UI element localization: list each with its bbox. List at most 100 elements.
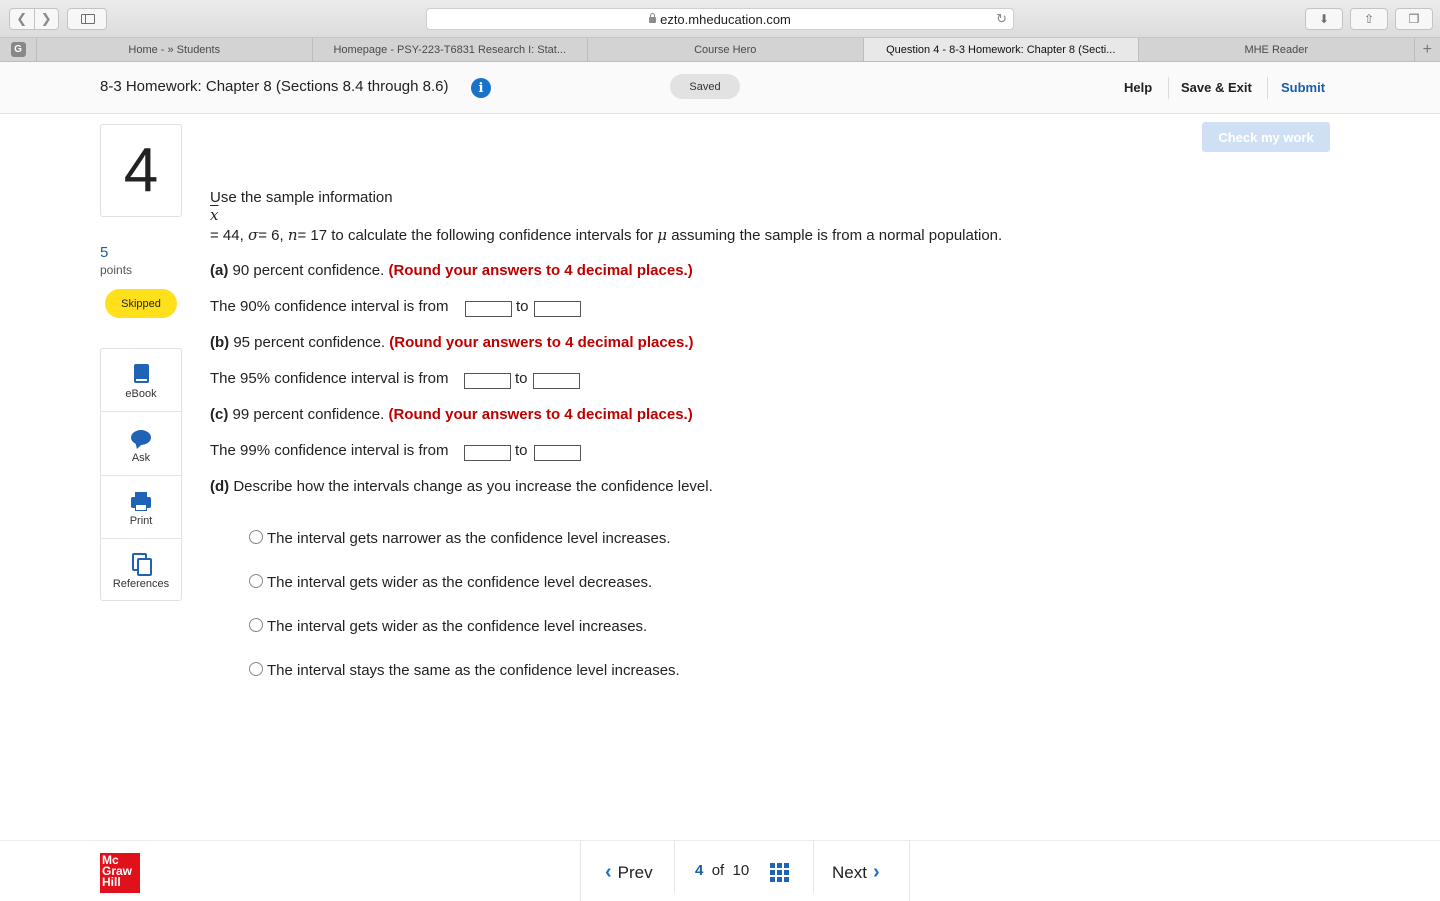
ebook-button[interactable]: eBook xyxy=(101,349,181,412)
chat-bubble-icon xyxy=(131,430,151,445)
pinned-tab[interactable]: G xyxy=(0,38,37,61)
part-a-upper-input[interactable] xyxy=(534,301,581,317)
question-grid-icon[interactable] xyxy=(770,863,789,882)
part-a-interval-text: The 90% confidence interval is from xyxy=(210,298,448,315)
tab-home-students[interactable]: Home - » Students xyxy=(37,38,313,61)
reload-icon[interactable]: ↻ xyxy=(996,11,1007,27)
tabs-icon: ❐ xyxy=(1409,12,1420,26)
part-b-note: (Round your answers to 4 decimal places.… xyxy=(389,334,693,351)
ebook-icon xyxy=(134,364,149,383)
new-tab-plus-icon[interactable]: + xyxy=(1415,38,1440,61)
part-d-text: Describe how the intervals change as you… xyxy=(229,478,713,495)
chevron-left-icon: ‹ xyxy=(605,861,612,884)
part-c-prompt: (c) 99 percent confidence. (Round your a… xyxy=(210,406,693,423)
part-a-text: 90 percent confidence. xyxy=(228,262,388,279)
header-divider xyxy=(1168,77,1169,99)
assignment-title: 8-3 Homework: Chapter 8 (Sections 8.4 th… xyxy=(100,78,449,95)
printer-icon xyxy=(131,497,151,508)
print-button[interactable]: Print xyxy=(101,476,181,539)
ask-button[interactable]: Ask xyxy=(101,413,181,476)
save-exit-button[interactable]: Save & Exit xyxy=(1181,80,1252,95)
part-c-upper-input[interactable] xyxy=(534,445,581,461)
sidebar-icon xyxy=(81,14,95,24)
mu-symbol: μ xyxy=(657,226,667,244)
part-c-to: to xyxy=(515,442,528,459)
part-b-upper-input[interactable] xyxy=(533,373,580,389)
part-c-text: 99 percent confidence. xyxy=(228,406,388,423)
total-questions: 10 xyxy=(733,862,750,879)
ask-label: Ask xyxy=(132,452,150,464)
part-a-note: (Round your answers to 4 decimal places.… xyxy=(388,262,692,279)
given-tail: assuming the sample is from a normal pop… xyxy=(667,227,1002,244)
logo-line: Hill xyxy=(102,877,138,888)
part-d-prompt: (d) Describe how the intervals change as… xyxy=(210,478,713,495)
given-mean: = 44, xyxy=(210,227,248,244)
question-intro: Use the sample information xyxy=(210,189,393,206)
next-label: Next xyxy=(832,863,867,883)
browser-toolbar: ❮ ❯ ezto.mheducation.com ↻ ⬇ ⇧ ❐ xyxy=(0,0,1440,38)
download-icon: ⬇ xyxy=(1319,12,1329,26)
part-b-interval-text: The 95% confidence interval is from xyxy=(210,370,448,387)
option-label-1[interactable]: The interval gets narrower as the confid… xyxy=(267,530,671,547)
forward-icon[interactable]: ❯ xyxy=(34,9,59,29)
part-a-to: to xyxy=(516,298,529,315)
option-label-3[interactable]: The interval gets wider as the confidenc… xyxy=(267,618,647,635)
prev-label: Prev xyxy=(618,863,653,883)
option-radio-3[interactable] xyxy=(249,618,263,632)
points-label: points xyxy=(100,263,132,277)
part-b-text: 95 percent confidence. xyxy=(229,334,389,351)
option-radio-2[interactable] xyxy=(249,574,263,588)
part-c-label: (c) xyxy=(210,406,228,423)
part-a-label: (a) xyxy=(210,262,228,279)
part-a-lower-input[interactable] xyxy=(465,301,512,317)
question-pager: ‹ Prev 4 of 10 Next› xyxy=(580,841,910,901)
share-button[interactable]: ⇧ xyxy=(1350,8,1388,30)
page-counter: 4 of 10 xyxy=(695,862,749,879)
pager-divider xyxy=(813,841,814,893)
tab-psy-homepage[interactable]: Homepage - PSY-223-T6831 Research I: Sta… xyxy=(313,38,589,61)
ebook-label: eBook xyxy=(125,388,156,400)
tab-mhe-reader[interactable]: MHE Reader xyxy=(1139,38,1415,61)
info-icon[interactable]: i xyxy=(471,78,491,98)
mcgraw-hill-logo: Mc Graw Hill xyxy=(100,853,140,893)
download-button[interactable]: ⬇ xyxy=(1305,8,1343,30)
tabs-overview-button[interactable]: ❐ xyxy=(1395,8,1433,30)
tools-panel: eBook Ask Print References xyxy=(100,348,182,601)
of-label: of xyxy=(712,862,725,879)
part-b-to: to xyxy=(515,370,528,387)
part-d-label: (d) xyxy=(210,478,229,495)
footer-bar: Mc Graw Hill ‹ Prev 4 of 10 Next› xyxy=(0,840,1440,900)
prev-button[interactable]: ‹ Prev xyxy=(599,861,653,884)
check-my-work-button[interactable]: Check my work xyxy=(1202,122,1330,152)
tab-course-hero[interactable]: Course Hero xyxy=(588,38,864,61)
part-c-lower-input[interactable] xyxy=(464,445,511,461)
pager-divider xyxy=(674,841,675,893)
option-radio-1[interactable] xyxy=(249,530,263,544)
option-radio-4[interactable] xyxy=(249,662,263,676)
copy-icon xyxy=(132,553,150,573)
share-icon: ⇧ xyxy=(1364,12,1374,26)
print-label: Print xyxy=(130,515,153,527)
assignment-header: 8-3 Homework: Chapter 8 (Sections 8.4 th… xyxy=(0,62,1440,114)
saved-status-badge: Saved xyxy=(670,74,740,99)
back-icon[interactable]: ❮ xyxy=(10,9,34,29)
references-label: References xyxy=(113,578,169,590)
submit-button[interactable]: Submit xyxy=(1281,80,1325,95)
option-label-4[interactable]: The interval stays the same as the confi… xyxy=(267,662,680,679)
sigma-symbol: σ xyxy=(248,226,258,244)
tab-question-4[interactable]: Question 4 - 8-3 Homework: Chapter 8 (Se… xyxy=(864,38,1140,61)
part-b-lower-input[interactable] xyxy=(464,373,511,389)
sidebar-toggle-button[interactable] xyxy=(67,8,107,30)
option-label-2[interactable]: The interval gets wider as the confidenc… xyxy=(267,574,652,591)
given-n: = 17 to calculate the following confiden… xyxy=(297,227,657,244)
address-bar[interactable]: ezto.mheducation.com ↻ xyxy=(426,8,1014,30)
references-button[interactable]: References xyxy=(101,539,181,602)
part-a-prompt: (a) 90 percent confidence. (Round your a… xyxy=(210,262,693,279)
next-button[interactable]: Next› xyxy=(832,861,886,884)
part-c-interval-text: The 99% confidence interval is from xyxy=(210,442,448,459)
points-value: 5 xyxy=(100,244,108,261)
help-button[interactable]: Help xyxy=(1124,80,1152,95)
given-sigma: = 6, xyxy=(258,227,288,244)
xbar-symbol: x xyxy=(210,206,218,224)
url-text: ezto.mheducation.com xyxy=(660,12,791,27)
